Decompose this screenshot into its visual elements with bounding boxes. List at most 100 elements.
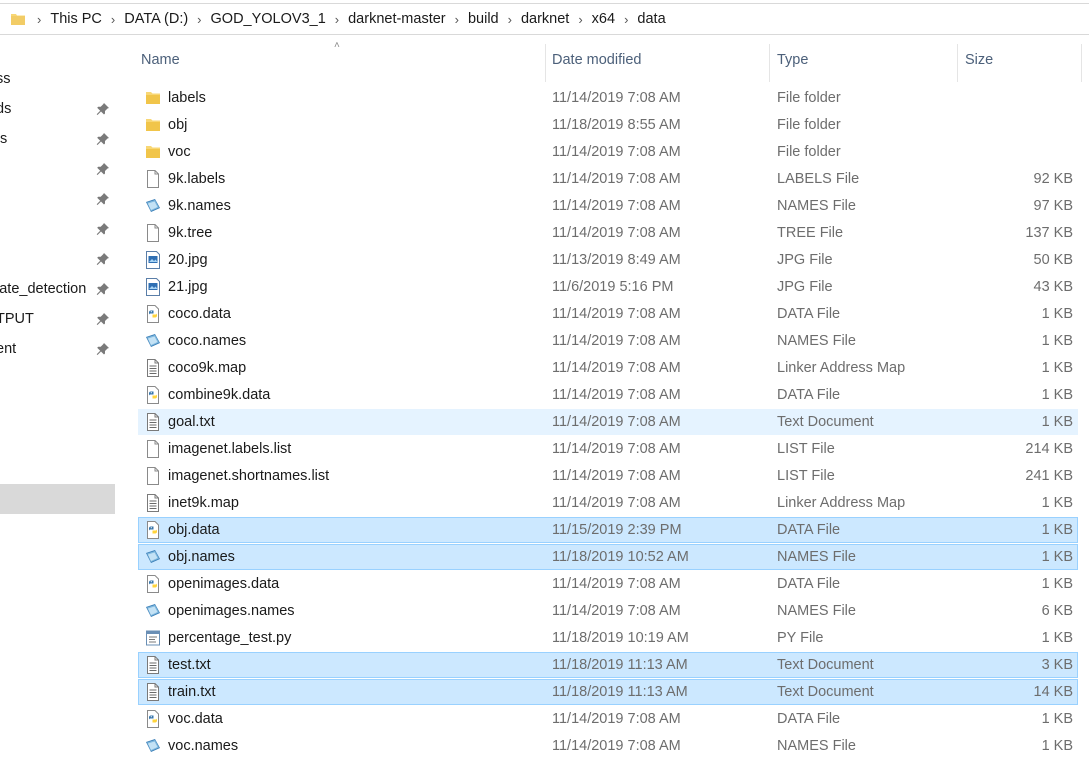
chevron-right-icon[interactable]: › — [624, 12, 628, 27]
blank-file-icon — [145, 467, 161, 485]
file-row[interactable]: obj.names 11/18/2019 10:52 AM NAMES File 1 … — [138, 544, 1078, 570]
file-row[interactable]: 20.jpg 11/13/2019 8:49 AM JPG File 50 KB — [138, 247, 1078, 273]
file-row[interactable]: coco.data 11/14/2019 7:08 AM DATA File 1 KB — [138, 301, 1078, 327]
sidebar-item-label: ent — [0, 341, 17, 357]
pin-icon[interactable] — [96, 162, 110, 176]
file-row[interactable]: coco9k.map 11/14/2019 7:08 AM Linker Addre… — [138, 355, 1078, 381]
text-file-icon — [145, 494, 161, 512]
pin-icon[interactable] — [96, 342, 110, 356]
file-size: 1 KB — [1041, 360, 1073, 376]
column-header-name[interactable]: Name — [141, 52, 180, 68]
file-row[interactable]: combine9k.data 11/14/2019 7:08 AM DATA Fil… — [138, 382, 1078, 408]
pin-icon[interactable] — [96, 102, 110, 116]
breadcrumb-segment[interactable]: darknet-master — [348, 11, 446, 27]
file-row[interactable]: imagenet.shortnames.list 11/14/2019 7:08 … — [138, 463, 1078, 489]
file-row[interactable]: percentage_test.py 11/18/2019 10:19 AM PY … — [138, 625, 1078, 651]
sidebar-item[interactable]: TPUT — [0, 304, 116, 334]
pin-icon[interactable] — [96, 282, 110, 296]
chevron-right-icon[interactable]: › — [37, 12, 41, 27]
file-date-modified: 11/14/2019 7:08 AM — [552, 495, 681, 511]
chevron-right-icon[interactable]: › — [335, 12, 339, 27]
file-row[interactable]: labels 11/14/2019 7:08 AM File folder — [138, 85, 1078, 111]
breadcrumb-segment[interactable]: GOD_YOLOV3_1 — [211, 11, 326, 27]
breadcrumb-segment[interactable]: This PC — [50, 11, 102, 27]
file-row[interactable]: imagenet.labels.list 11/14/2019 7:08 AM LI… — [138, 436, 1078, 462]
file-row[interactable]: 21.jpg 11/6/2019 5:16 PM JPG File 43 KB — [138, 274, 1078, 300]
file-size: 3 KB — [1041, 657, 1073, 673]
file-size: 1 KB — [1041, 711, 1073, 727]
file-size: 1 KB — [1041, 630, 1073, 646]
breadcrumb-segment[interactable]: x64 — [592, 11, 615, 27]
file-type: JPG File — [777, 279, 833, 295]
file-row[interactable]: voc.data 11/14/2019 7:08 AM DATA File 1 KB — [138, 706, 1078, 732]
breadcrumb-segment[interactable]: data — [637, 11, 665, 27]
file-name: voc.data — [168, 711, 223, 727]
breadcrumb-segment[interactable]: DATA (D:) — [124, 11, 188, 27]
sidebar-item[interactable]: ds — [0, 94, 116, 124]
column-divider[interactable] — [1081, 44, 1082, 82]
file-row[interactable]: coco.names 11/14/2019 7:08 AM NAMES File 1 … — [138, 328, 1078, 354]
sidebar-item[interactable] — [0, 184, 116, 214]
file-type: DATA File — [777, 522, 841, 538]
pin-icon[interactable] — [96, 252, 110, 266]
file-row[interactable]: openimages.names 11/14/2019 7:08 AM NAMES … — [138, 598, 1078, 624]
address-bar[interactable]: › This PC › DATA (D:) › GOD_YOLOV3_1 › darknet-… — [0, 3, 1089, 35]
breadcrumb-segment[interactable]: build — [468, 11, 499, 27]
file-type: File folder — [777, 90, 841, 106]
sidebar-item[interactable]: ent — [0, 334, 116, 364]
file-size: 1 KB — [1041, 333, 1073, 349]
file-date-modified: 11/15/2019 2:39 PM — [552, 522, 682, 538]
sidebar-item[interactable] — [0, 244, 116, 274]
file-row[interactable]: 9k.names 11/14/2019 7:08 AM NAMES File 97 K… — [138, 193, 1078, 219]
file-name: obj.data — [168, 522, 220, 538]
file-row[interactable]: voc 11/14/2019 7:08 AM File folder — [138, 139, 1078, 165]
file-row[interactable]: goal.txt 11/14/2019 7:08 AM Text Document 1… — [138, 409, 1078, 435]
sidebar-item[interactable]: late_detection — [0, 274, 116, 304]
sidebar-item-label: ds — [0, 101, 12, 117]
sidebar-selected-item[interactable] — [0, 484, 115, 514]
file-row[interactable]: obj 11/18/2019 8:55 AM File folder — [138, 112, 1078, 138]
text-file-icon — [145, 413, 161, 431]
file-row[interactable]: 9k.labels 11/14/2019 7:08 AM LABELS File 92… — [138, 166, 1078, 192]
file-type: PY File — [777, 630, 824, 646]
file-date-modified: 11/14/2019 7:08 AM — [552, 144, 681, 160]
column-divider[interactable] — [769, 44, 770, 82]
file-type: TREE File — [777, 225, 844, 241]
file-type: LABELS File — [777, 171, 860, 187]
sidebar-item[interactable] — [0, 214, 116, 244]
file-size: 1 KB — [1041, 522, 1073, 538]
sidebar-item[interactable]: ts — [0, 124, 116, 154]
column-header-type[interactable]: Type — [777, 52, 808, 68]
file-size: 1 KB — [1041, 495, 1073, 511]
file-date-modified: 11/14/2019 7:08 AM — [552, 576, 681, 592]
pin-icon[interactable] — [96, 192, 110, 206]
file-row[interactable]: inet9k.map 11/14/2019 7:08 AM Linker Addre… — [138, 490, 1078, 516]
column-divider[interactable] — [545, 44, 546, 82]
sidebar-item[interactable] — [0, 154, 116, 184]
names-file-icon — [145, 602, 161, 620]
pin-icon[interactable] — [96, 312, 110, 326]
file-row[interactable]: 9k.tree 11/14/2019 7:08 AM TREE File 137 KB — [138, 220, 1078, 246]
chevron-right-icon[interactable]: › — [578, 12, 582, 27]
file-date-modified: 11/18/2019 10:52 AM — [552, 549, 689, 565]
file-name: coco.data — [168, 306, 231, 322]
chevron-right-icon[interactable]: › — [508, 12, 512, 27]
breadcrumb-segment[interactable]: darknet — [521, 11, 569, 27]
file-row[interactable]: openimages.data 11/14/2019 7:08 AM DATA Fi… — [138, 571, 1078, 597]
chevron-right-icon[interactable]: › — [111, 12, 115, 27]
file-row[interactable]: voc.names 11/14/2019 7:08 AM NAMES File 1 K… — [138, 733, 1078, 759]
column-header-date[interactable]: Date modified — [552, 52, 641, 68]
column-header-size[interactable]: Size — [965, 52, 993, 68]
file-type: Text Document — [777, 414, 874, 430]
file-row[interactable]: test.txt 11/18/2019 11:13 AM Text Document… — [138, 652, 1078, 678]
chevron-right-icon[interactable]: › — [455, 12, 459, 27]
file-type: Linker Address Map — [777, 360, 906, 376]
column-divider[interactable] — [957, 44, 958, 82]
file-date-modified: 11/14/2019 7:08 AM — [552, 468, 681, 484]
column-header-row: ˄ Name Date modified Type Size — [0, 36, 1089, 86]
file-row[interactable]: train.txt 11/18/2019 11:13 AM Text Documen… — [138, 679, 1078, 705]
pin-icon[interactable] — [96, 132, 110, 146]
chevron-right-icon[interactable]: › — [197, 12, 201, 27]
pin-icon[interactable] — [96, 222, 110, 236]
file-row[interactable]: obj.data 11/15/2019 2:39 PM DATA File 1 KB — [138, 517, 1078, 543]
